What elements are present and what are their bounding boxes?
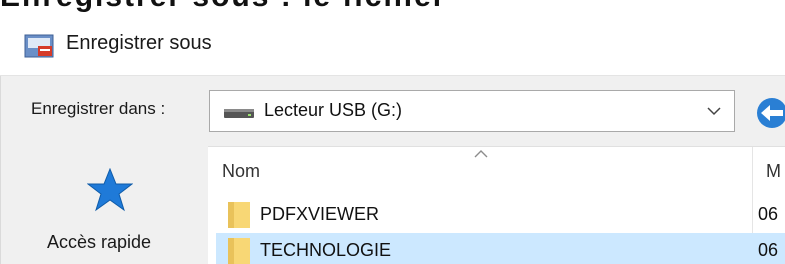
pdf-app-icon (24, 34, 54, 58)
chevron-down-icon[interactable] (706, 105, 722, 117)
title-bar: Enregistrer sous (0, 14, 785, 76)
file-list: Nom M PDFXVIEWER 06 TECHNOLOGIE 06 (208, 146, 785, 264)
column-header-name[interactable]: Nom (222, 161, 260, 182)
back-arrow-icon (761, 105, 783, 121)
list-item-date: 06 (758, 240, 779, 260)
folder-icon (228, 202, 250, 228)
list-item-date: 06 (758, 204, 779, 224)
nav-item-quick-access[interactable]: Accès rapide (47, 232, 151, 253)
star-icon[interactable] (87, 168, 133, 212)
save-in-label: Enregistrer dans : (31, 99, 166, 118)
cropped-top-text: Enregistrer sous : le fichier (0, 0, 785, 14)
list-item[interactable]: PDFXVIEWER 06 (216, 197, 785, 233)
list-item-name: PDFXVIEWER (260, 204, 380, 224)
list-item[interactable]: TECHNOLOGIE 06 (216, 233, 785, 264)
location-dropdown[interactable]: Lecteur USB (G:) (209, 90, 735, 132)
back-button[interactable] (757, 98, 785, 128)
usb-drive-icon (224, 109, 254, 118)
window-title: Enregistrer sous (66, 32, 212, 54)
list-item-name: TECHNOLOGIE (260, 240, 392, 260)
location-value: Lecteur USB (G:) (264, 100, 403, 120)
save-dialog: Enregistrer dans : Lecteur USB (G:) Accè… (0, 76, 785, 264)
navigation-pane: Accès rapide (1, 152, 208, 264)
cropped-top-label: Enregistrer sous : le fichier (0, 0, 446, 14)
folder-icon (228, 238, 250, 264)
column-header-date[interactable]: M (766, 161, 781, 182)
sort-ascending-icon (474, 150, 488, 158)
